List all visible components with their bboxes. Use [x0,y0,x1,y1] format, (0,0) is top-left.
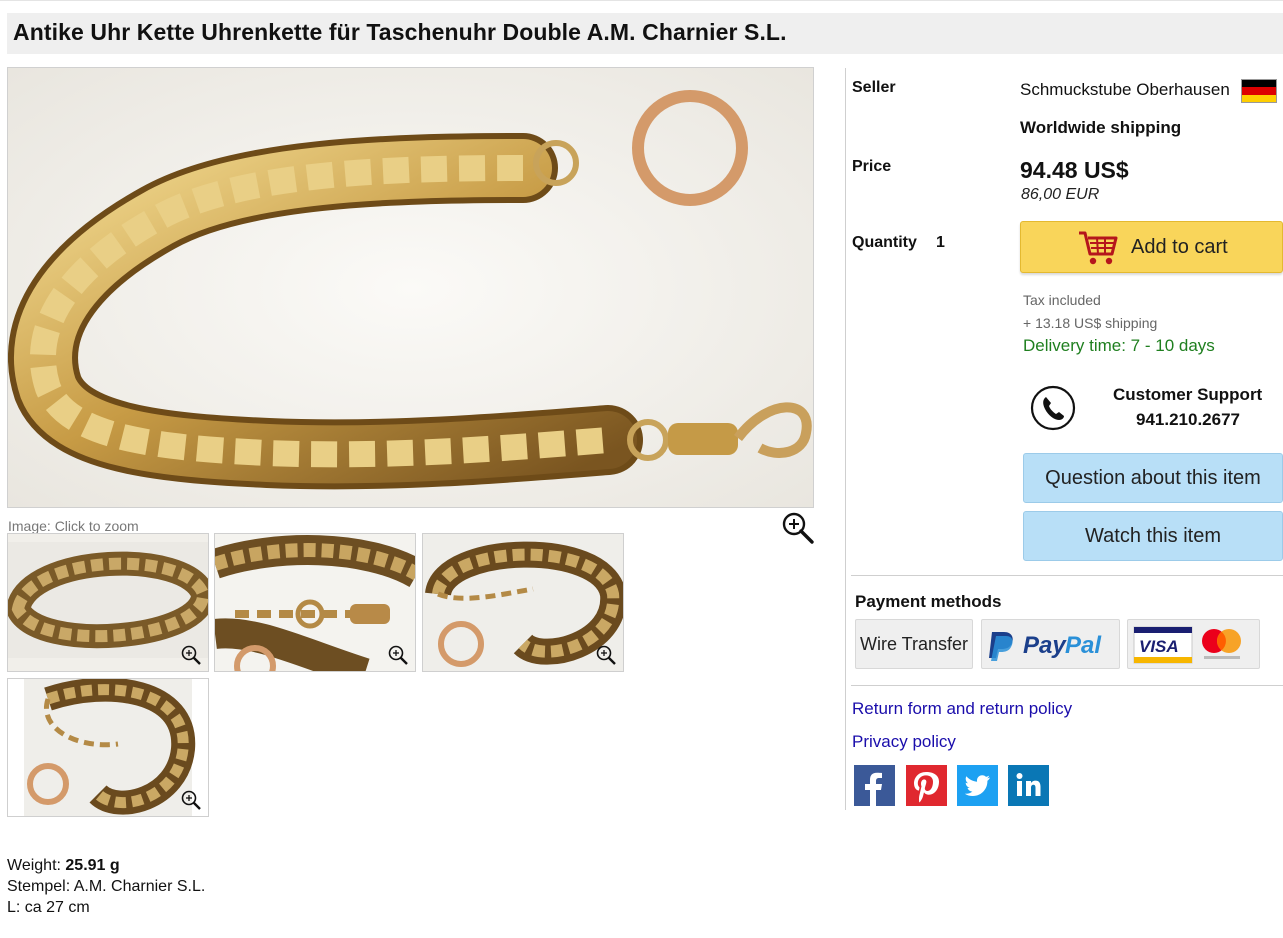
thumbnail-3[interactable] [422,533,624,672]
quantity-label: Quantity [852,234,917,251]
thumbnail-4[interactable] [7,678,209,817]
pinterest-icon[interactable] [906,765,947,806]
thumb-photo [8,679,208,816]
linkedin-icon[interactable] [1008,765,1049,806]
zoom-caption: Image: Click to zoom [8,518,139,534]
column-divider [845,68,846,810]
zoom-icon [387,644,409,666]
card-logos-badge: VISA [1127,619,1260,669]
weight-value: 25.91 g [65,857,120,874]
quantity-value: 1 [936,234,945,251]
phone-icon [1030,385,1076,431]
thumbnail-2[interactable] [214,533,416,672]
zoom-icon [180,789,202,811]
visa-logo-icon: VISA [1133,626,1193,664]
price-alt-currency: 86,00 EUR [1021,186,1100,203]
shipping-cost: + 13.18 US$ shipping [1023,315,1158,331]
svg-text:VISA: VISA [1139,637,1179,656]
svg-text:Pal: Pal [1065,632,1102,659]
top-border [0,0,1283,1]
delivery-time: Delivery time: 7 - 10 days [1023,336,1215,355]
price-label: Price [852,158,892,175]
zoom-icon [180,644,202,666]
zoom-icon [595,644,617,666]
facebook-icon[interactable] [854,765,895,806]
add-to-cart-label: Add to cart [1131,236,1228,258]
watch-item-button[interactable]: Watch this item [1023,511,1283,561]
price-value: 94.48 US$ [1020,157,1129,183]
question-about-item-button[interactable]: Question about this item [1023,453,1283,503]
main-product-image[interactable] [7,67,814,508]
thumb-photo [423,534,623,671]
chain-photo [8,68,813,507]
add-to-cart-button[interactable]: Add to cart [1020,221,1283,273]
divider [851,575,1283,576]
seller-name: Schmuckstube Oberhausen [1020,80,1230,99]
paypal-logo-icon: Pay Pal [989,632,1102,661]
payment-methods-title: Payment methods [855,592,1002,611]
svg-text:Pay: Pay [1023,632,1067,659]
seller-label: Seller [852,79,896,96]
zoom-in-icon[interactable] [781,511,815,545]
wire-transfer-badge: Wire Transfer [855,619,973,669]
tax-note: Tax included [1023,292,1101,308]
mastercard-logo-icon [1202,629,1241,659]
return-policy-link[interactable]: Return form and return policy [852,699,1072,719]
germany-flag-icon [1241,79,1277,103]
weight-line: Weight: 25.91 g [7,855,205,876]
title-bar: Antike Uhr Kette Uhrenkette für Taschenu… [7,13,1283,54]
support-phone-number[interactable]: 941.210.2677 [1136,410,1240,430]
privacy-policy-link[interactable]: Privacy policy [852,732,956,752]
worldwide-shipping-note: Worldwide shipping [1020,118,1182,137]
thumbnail-1[interactable] [7,533,209,672]
stamp-line: Stempel: A.M. Charnier S.L. [7,878,206,895]
weight-label: Weight: [7,857,61,874]
product-details: Weight: 25.91 g Stempel: A.M. Charnier S… [7,855,205,918]
thumb-photo [215,534,415,671]
page-title: Antike Uhr Kette Uhrenkette für Taschenu… [13,19,787,45]
length-line: L: ca 27 cm [7,899,90,916]
twitter-icon[interactable] [957,765,998,806]
shopping-cart-icon [1077,228,1119,268]
divider [851,685,1283,686]
paypal-badge: Pay Pal [981,619,1120,669]
thumb-photo [8,534,208,671]
customer-support-title: Customer Support [1113,385,1263,404]
